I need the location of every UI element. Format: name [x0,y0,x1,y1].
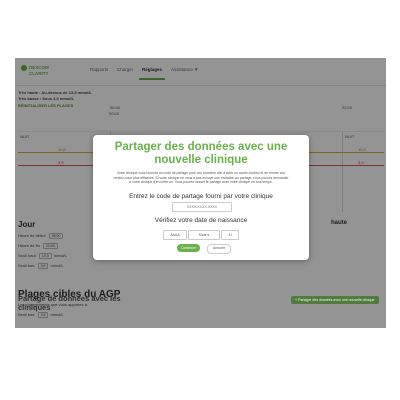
sharing-code-prompt: Entrez le code de partage fourni par vot… [129,193,273,200]
modal-title: Partager des données avec une nouvelle c… [114,141,288,166]
share-section-title-line1: Partage de données avec les [18,294,121,303]
share-section-title-line2: cliniques [18,303,51,312]
continue-button[interactable]: Continuer [177,244,201,252]
share-data-modal: Partager des données avec une nouvelle c… [93,135,309,260]
dob-prompt: Vérifiez votre date de naissance [154,217,248,224]
chevron-down-icon: ▾ [207,233,210,237]
sharing-code-input[interactable] [172,202,232,212]
modal-description: Votre clinique vous fournira un code de … [113,171,289,184]
dob-day-input[interactable]: JJ [221,230,239,240]
share-new-clinic-button[interactable]: + Partager des données avec une nouvelle… [291,296,379,304]
dob-month-select[interactable]: Mois ▾ [188,230,220,240]
dob-year-input[interactable]: AAAA [163,230,187,240]
cancel-button[interactable]: Annuler [207,244,232,254]
